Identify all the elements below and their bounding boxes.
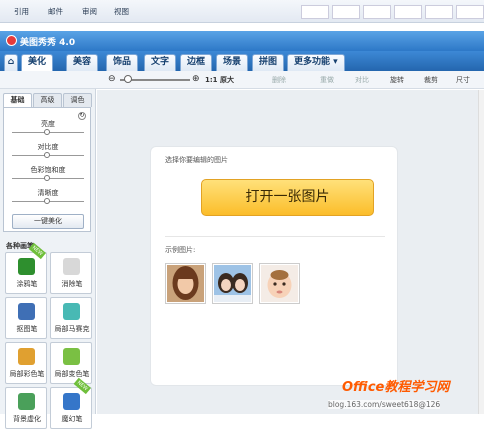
tool-recolor-pen[interactable]: 局部变色笔 [50, 342, 92, 384]
app-logo-icon [6, 35, 17, 46]
tab-beautify[interactable]: 美化 [21, 54, 54, 71]
watermark-brand: Office教程学习网 [342, 380, 450, 395]
scrollbar[interactable] [478, 90, 484, 414]
contrast-label: 对比度 [37, 143, 59, 151]
basic-adjustments: ↻ 亮度 对比度 色彩饱和度 清晰度 一键美化 [3, 107, 91, 232]
tool-cutout-pen[interactable]: 抠图笔 [5, 297, 47, 339]
zoom-in-icon[interactable]: ⊕ [192, 74, 200, 84]
watermark-blog: blog.163.com/sweet618@126 [328, 400, 441, 409]
tool-label: 局部马赛克 [54, 325, 90, 333]
ribbon-item-mailings[interactable]: 邮件 [48, 6, 63, 17]
cutout-icon [18, 303, 35, 320]
tab-beauty[interactable]: 美容 [66, 54, 99, 71]
ribbon-item-references[interactable]: 引用 [14, 6, 29, 17]
app-title: 美图秀秀 4.0 [20, 38, 76, 48]
tool-label: 涂鸦笔 [16, 280, 38, 288]
one-click-beautify-button[interactable]: 一键美化 [12, 214, 84, 229]
select-image-hint: 选择你要编辑的图片 [165, 156, 228, 164]
sample-image-2[interactable] [212, 263, 253, 304]
sample-image-1[interactable] [165, 263, 206, 304]
tool-label: 魔幻笔 [61, 415, 83, 423]
delete-button[interactable]: 删除 [272, 75, 286, 85]
adjust-subtabs: 基础 高级 调色 [3, 93, 92, 107]
tool-label: 消除笔 [61, 280, 83, 288]
doodle-pen-icon [18, 258, 35, 275]
contrast-thumb[interactable] [44, 152, 50, 158]
color-brush-icon [18, 348, 35, 365]
tool-doodle-pen[interactable]: NEW 涂鸦笔 [5, 242, 47, 294]
tab-text[interactable]: 文字 [144, 54, 177, 71]
tool-color-pen[interactable]: 局部彩色笔 [5, 342, 47, 384]
new-badge: NEW [28, 242, 46, 260]
tool-label: 局部彩色笔 [9, 370, 45, 378]
crop-button[interactable]: 裁剪 [424, 75, 438, 85]
word-ribbon: 引用 邮件 审阅 视图 [0, 0, 484, 23]
image-toolbar: ⊖ ⊕ 1:1 原大 删除 重做 对比 旋转 裁剪 尺寸 [0, 71, 484, 89]
ribbon-item-view[interactable]: 视图 [114, 6, 129, 17]
tool-label: 背景虚化 [13, 415, 41, 423]
tab-more[interactable]: 更多功能 ▾ [287, 54, 345, 71]
subtab-advanced[interactable]: 高级 [33, 93, 62, 107]
tool-label: 抠图笔 [16, 325, 38, 333]
rotate-button[interactable]: 旋转 [390, 75, 404, 85]
tab-home[interactable]: ⌂ [4, 54, 18, 71]
beautify-panel: 基础 高级 调色 ↻ 亮度 对比度 色彩饱和度 清晰度 一键美化 各种画笔 NE… [0, 89, 96, 429]
size-button[interactable]: 尺寸 [456, 75, 470, 85]
tool-magic-pen[interactable]: NEW 魔幻笔 [50, 377, 92, 429]
divider [165, 236, 385, 237]
zoom-out-icon[interactable]: ⊖ [108, 74, 116, 84]
sample-image-3[interactable] [259, 263, 300, 304]
subtab-color[interactable]: 调色 [63, 93, 92, 107]
mosaic-icon [63, 303, 80, 320]
sharpness-label: 清晰度 [37, 189, 59, 197]
tab-frame[interactable]: 边框 [180, 54, 213, 71]
title-bar: 美图秀秀 4.0 [0, 31, 484, 51]
ribbon-item-review[interactable]: 审阅 [82, 6, 97, 17]
tool-label: 局部变色笔 [54, 370, 90, 378]
open-image-button[interactable]: 打开一张图片 [201, 179, 374, 216]
sharpness-thumb[interactable] [44, 198, 50, 204]
tab-accessories[interactable]: 饰品 [106, 54, 139, 71]
redo-button[interactable]: 重做 [320, 75, 334, 85]
subtab-basic[interactable]: 基础 [3, 93, 32, 107]
saturation-label: 色彩饱和度 [30, 166, 66, 174]
main-tabs: ⌂ 美化 美容 饰品 文字 边框 场景 拼图 更多功能 ▾ [0, 51, 484, 71]
tool-mosaic[interactable]: 局部马赛克 [50, 297, 92, 339]
tool-background-blur[interactable]: 背景虚化 [5, 387, 47, 429]
zoom-slider-thumb[interactable] [124, 75, 132, 83]
blur-icon [18, 393, 35, 410]
tab-collage[interactable]: 拼图 [252, 54, 285, 71]
saturation-thumb[interactable] [44, 175, 50, 181]
brightness-label: 亮度 [41, 120, 55, 128]
sample-images-label: 示例图片: [165, 246, 196, 254]
eraser-icon [63, 258, 80, 275]
original-size-button[interactable]: 1:1 原大 [205, 75, 234, 85]
style-gallery[interactable] [301, 0, 484, 23]
magic-wand-icon [63, 393, 80, 410]
recolor-icon [63, 348, 80, 365]
tool-eraser-pen[interactable]: 消除笔 [50, 252, 92, 294]
open-image-card: 选择你要编辑的图片 打开一张图片 示例图片: [150, 146, 398, 386]
compare-button[interactable]: 对比 [355, 75, 369, 85]
tab-scene[interactable]: 场景 [216, 54, 249, 71]
brightness-thumb[interactable] [44, 129, 50, 135]
